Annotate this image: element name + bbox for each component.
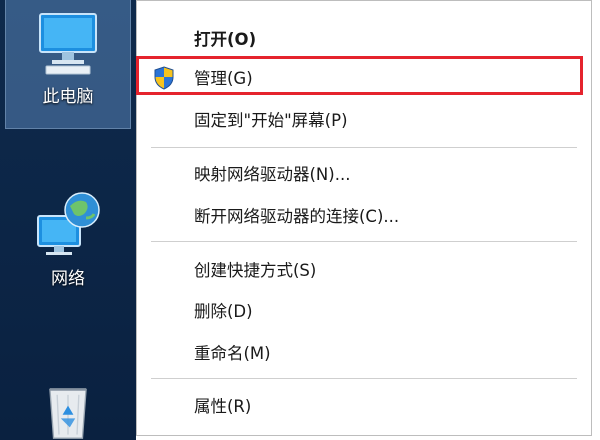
desktop-background: 此电脑 网络: [0, 0, 136, 440]
menu-item-label: 管理(G): [194, 69, 253, 88]
menu-separator: [151, 378, 577, 379]
menu-item-label: 重命名(M): [194, 344, 271, 363]
menu-item-label: 创建快捷方式(S): [194, 261, 317, 280]
menu-item-label: 固定到"开始"屏幕(P): [194, 111, 348, 130]
menu-item-properties[interactable]: 属性(R): [137, 386, 591, 424]
desktop-icon-this-pc[interactable]: 此电脑: [5, 0, 131, 129]
desktop-icon-network[interactable]: 网络: [6, 178, 130, 306]
menu-item-pin-to-start[interactable]: 固定到"开始"屏幕(P): [137, 100, 591, 138]
uac-shield-icon: [154, 66, 174, 90]
desktop-icon-label: 此电脑: [42, 87, 94, 107]
network-icon: [37, 192, 100, 255]
desktop-icon-label: 网络: [51, 269, 85, 289]
menu-separator: [151, 147, 577, 148]
menu-item-label: 映射网络驱动器(N)...: [194, 165, 351, 184]
menu-separator: [151, 241, 577, 242]
menu-item-label: 打开(O): [194, 30, 257, 49]
recycle-bin-icon: [49, 388, 87, 439]
menu-item-label: 删除(D): [194, 302, 253, 321]
menu-item-create-shortcut[interactable]: 创建快捷方式(S): [137, 250, 591, 288]
menu-item-map-network-drive[interactable]: 映射网络驱动器(N)...: [137, 154, 591, 192]
menu-item-manage[interactable]: 管理(G): [137, 58, 591, 96]
menu-item-open[interactable]: 打开(O): [137, 19, 591, 57]
menu-item-rename[interactable]: 重命名(M): [137, 333, 591, 371]
computer-icon: [39, 13, 97, 75]
menu-item-label: 断开网络驱动器的连接(C)...: [194, 207, 400, 226]
desktop-icon-recycle-bin[interactable]: [6, 374, 130, 440]
menu-item-disconnect-network-drive[interactable]: 断开网络驱动器的连接(C)...: [137, 196, 591, 234]
menu-item-label: 属性(R): [194, 397, 252, 416]
context-menu: 打开(O) 管理(G) 固定到"开始"屏幕(P) 映射网络驱动器(N)... 断…: [136, 0, 592, 436]
menu-item-delete[interactable]: 删除(D): [137, 291, 591, 329]
